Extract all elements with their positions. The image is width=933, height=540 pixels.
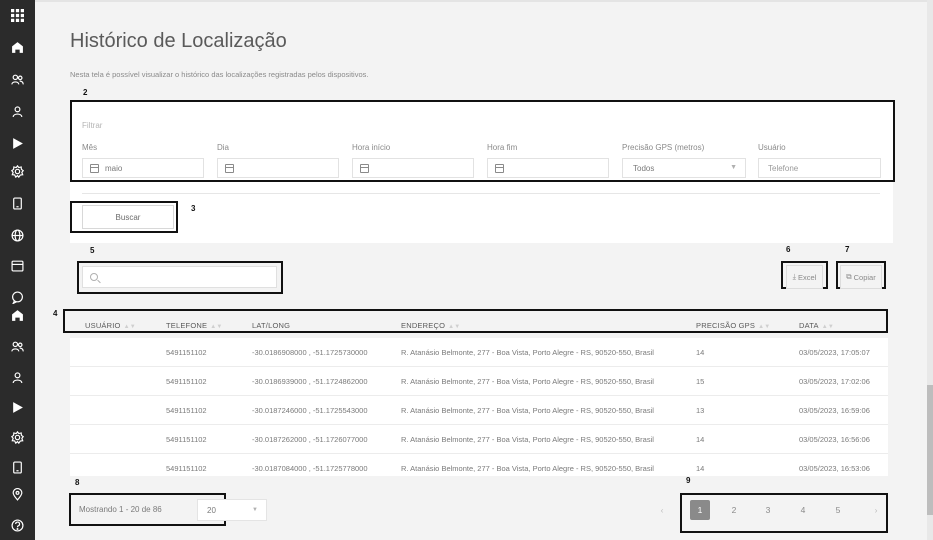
excel-label: Excel [797,272,817,282]
annotation-marker: 6 [786,245,791,254]
search-icon [90,273,98,281]
annotation-marker: 2 [83,88,88,97]
annotation-marker: 4 [53,309,58,318]
annotation-box-3 [70,201,178,233]
cell-precisao: 14 [696,435,705,444]
scrollbar-thumb[interactable] [927,385,933,515]
apps-grid-icon[interactable] [0,5,35,25]
copy-label: Copiar [853,272,876,282]
cell-precisao: 14 [696,348,705,357]
cell-endereco: R. Atanásio Belmonte, 277 - Boa Vista, P… [401,435,654,444]
calendar-icon[interactable] [0,255,35,275]
cell-telefone: 5491151102 [166,435,207,444]
excel-export-button[interactable]: ⤓ Excel [786,265,823,289]
copy-icon: ⧉ [846,272,852,281]
cell-precisao: 15 [696,377,705,386]
play-icon[interactable] [0,133,35,153]
sort-icon: ▲▼ [448,324,461,330]
settings-icon[interactable] [0,161,35,181]
table-row[interactable]: 5491151102 -30.0187084000 , -51.17257780… [70,454,888,483]
play-icon[interactable] [0,397,35,417]
sort-icon: ▲▼ [758,324,771,330]
cell-telefone: 5491151102 [166,377,207,386]
cell-latlong: -30.0187084000 , -51.1725778000 [252,464,368,473]
tablet-icon[interactable] [0,457,35,477]
sort-icon: ▲▼ [821,324,834,330]
cell-endereco: R. Atanásio Belmonte, 277 - Boa Vista, P… [401,348,654,357]
home-icon[interactable] [0,305,35,325]
users-icon[interactable] [0,336,35,356]
cell-latlong: -30.0186939000 , -51.1724862000 [252,377,368,386]
filter-divider [82,193,880,194]
cell-data: 03/05/2023, 16:53:06 [799,464,870,473]
user-icon[interactable] [0,101,35,121]
chat-icon[interactable] [0,287,35,307]
copy-button[interactable]: ⧉ Copiar [840,265,882,289]
cell-data: 03/05/2023, 16:59:06 [799,406,870,415]
sort-icon: ▲▼ [123,324,136,330]
cell-data: 03/05/2023, 16:56:06 [799,435,870,444]
cell-precisao: 14 [696,464,705,473]
column-header-usuario[interactable]: USUÁRIO ▲▼ [85,321,136,330]
page-button-3[interactable]: 3 [758,500,778,520]
cell-telefone: 5491151102 [166,348,207,357]
users-icon[interactable] [0,69,35,89]
cell-telefone: 5491151102 [166,406,207,415]
cell-latlong: -30.0187262000 , -51.1726077000 [252,435,368,444]
table-header: USUÁRIO ▲▼ TELEFONE ▲▼ LAT/LONG ENDEREÇO ▲▼… [70,312,888,336]
page-title: Histórico de Localização [70,30,287,52]
page-button-2[interactable]: 2 [724,500,744,520]
cell-latlong: -30.0186908000 , -51.1725730000 [252,348,368,357]
table-row[interactable]: 5491151102 -30.0186939000 , -51.17248620… [70,367,888,396]
table-row[interactable]: 5491151102 -30.0187262000 , -51.17260770… [70,425,888,454]
location-pin-icon[interactable] [0,484,35,504]
table-row[interactable]: 5491151102 -30.0186908000 , -51.17257300… [70,338,888,367]
page-description: Nesta tela é possível visualizar o histó… [70,70,369,79]
page-size-select[interactable]: 20 ▼ [197,499,267,521]
user-icon[interactable] [0,367,35,387]
column-header-data[interactable]: DATA ▲▼ [799,321,834,330]
home-icon[interactable] [0,37,35,57]
pagination-info: Mostrando 1 - 20 de 86 [79,505,162,514]
sidebar [0,0,35,540]
cell-endereco: R. Atanásio Belmonte, 277 - Boa Vista, P… [401,377,654,386]
top-strip [35,0,933,2]
globe-icon[interactable] [0,225,35,245]
column-header-endereco[interactable]: ENDEREÇO ▲▼ [401,321,460,330]
column-header-latlong[interactable]: LAT/LONG [252,321,290,330]
annotation-box-2 [70,100,895,182]
settings-icon[interactable] [0,427,35,447]
table-search-input[interactable] [82,266,277,288]
table-row[interactable]: 5491151102 -30.0187246000 , -51.17255430… [70,396,888,425]
prev-page-button[interactable]: ‹ [652,500,672,520]
help-icon[interactable] [0,515,35,535]
download-icon: ⤓ [792,272,796,281]
page-button-5[interactable]: 5 [828,500,848,520]
page-button-1[interactable]: 1 [690,500,710,520]
annotation-marker: 5 [90,246,95,255]
column-header-precisao[interactable]: PRECISÃO GPS ▲▼ [696,321,770,330]
next-page-button[interactable]: › [866,500,886,520]
cell-precisao: 13 [696,406,705,415]
tablet-icon[interactable] [0,193,35,213]
cell-endereco: R. Atanásio Belmonte, 277 - Boa Vista, P… [401,406,654,415]
cell-data: 03/05/2023, 17:02:06 [799,377,870,386]
chevron-down-icon: ▼ [252,507,258,513]
scrollbar[interactable] [927,0,933,540]
sort-icon: ▲▼ [210,324,223,330]
cell-telefone: 5491151102 [166,464,207,473]
annotation-marker: 7 [845,245,850,254]
page-size-value: 20 [207,505,216,515]
annotation-marker: 3 [191,204,196,213]
cell-endereco: R. Atanásio Belmonte, 277 - Boa Vista, P… [401,464,654,473]
table-body: 5491151102 -30.0186908000 , -51.17257300… [70,338,888,476]
page-button-4[interactable]: 4 [793,500,813,520]
cell-data: 03/05/2023, 17:05:07 [799,348,870,357]
cell-latlong: -30.0187246000 , -51.1725543000 [252,406,368,415]
annotation-box-9 [680,493,888,533]
column-header-telefone[interactable]: TELEFONE ▲▼ [166,321,222,330]
